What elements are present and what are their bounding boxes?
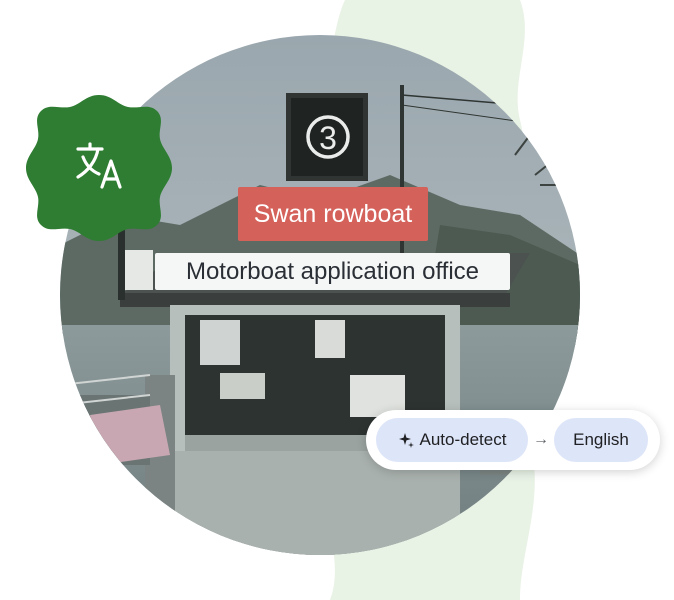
target-language-label: English	[573, 430, 629, 449]
target-language-button[interactable]: English	[554, 418, 648, 462]
swan-rowboat-label: Swan rowboat	[253, 199, 413, 228]
top-number-sign: 3	[319, 120, 337, 156]
source-language-button[interactable]: Auto-detect	[376, 418, 528, 462]
swan-rowboat-sign: Swan rowboat	[238, 187, 428, 241]
translate-badge	[26, 95, 172, 241]
source-language-label: Auto-detect	[419, 430, 507, 449]
office-sign: Motorboat application office	[155, 253, 510, 290]
office-label: Motorboat application office	[185, 257, 480, 285]
arrow-right-icon: →	[533, 431, 549, 448]
sparkle-icon	[398, 433, 414, 448]
language-selector: Auto-detect → English	[366, 410, 660, 470]
